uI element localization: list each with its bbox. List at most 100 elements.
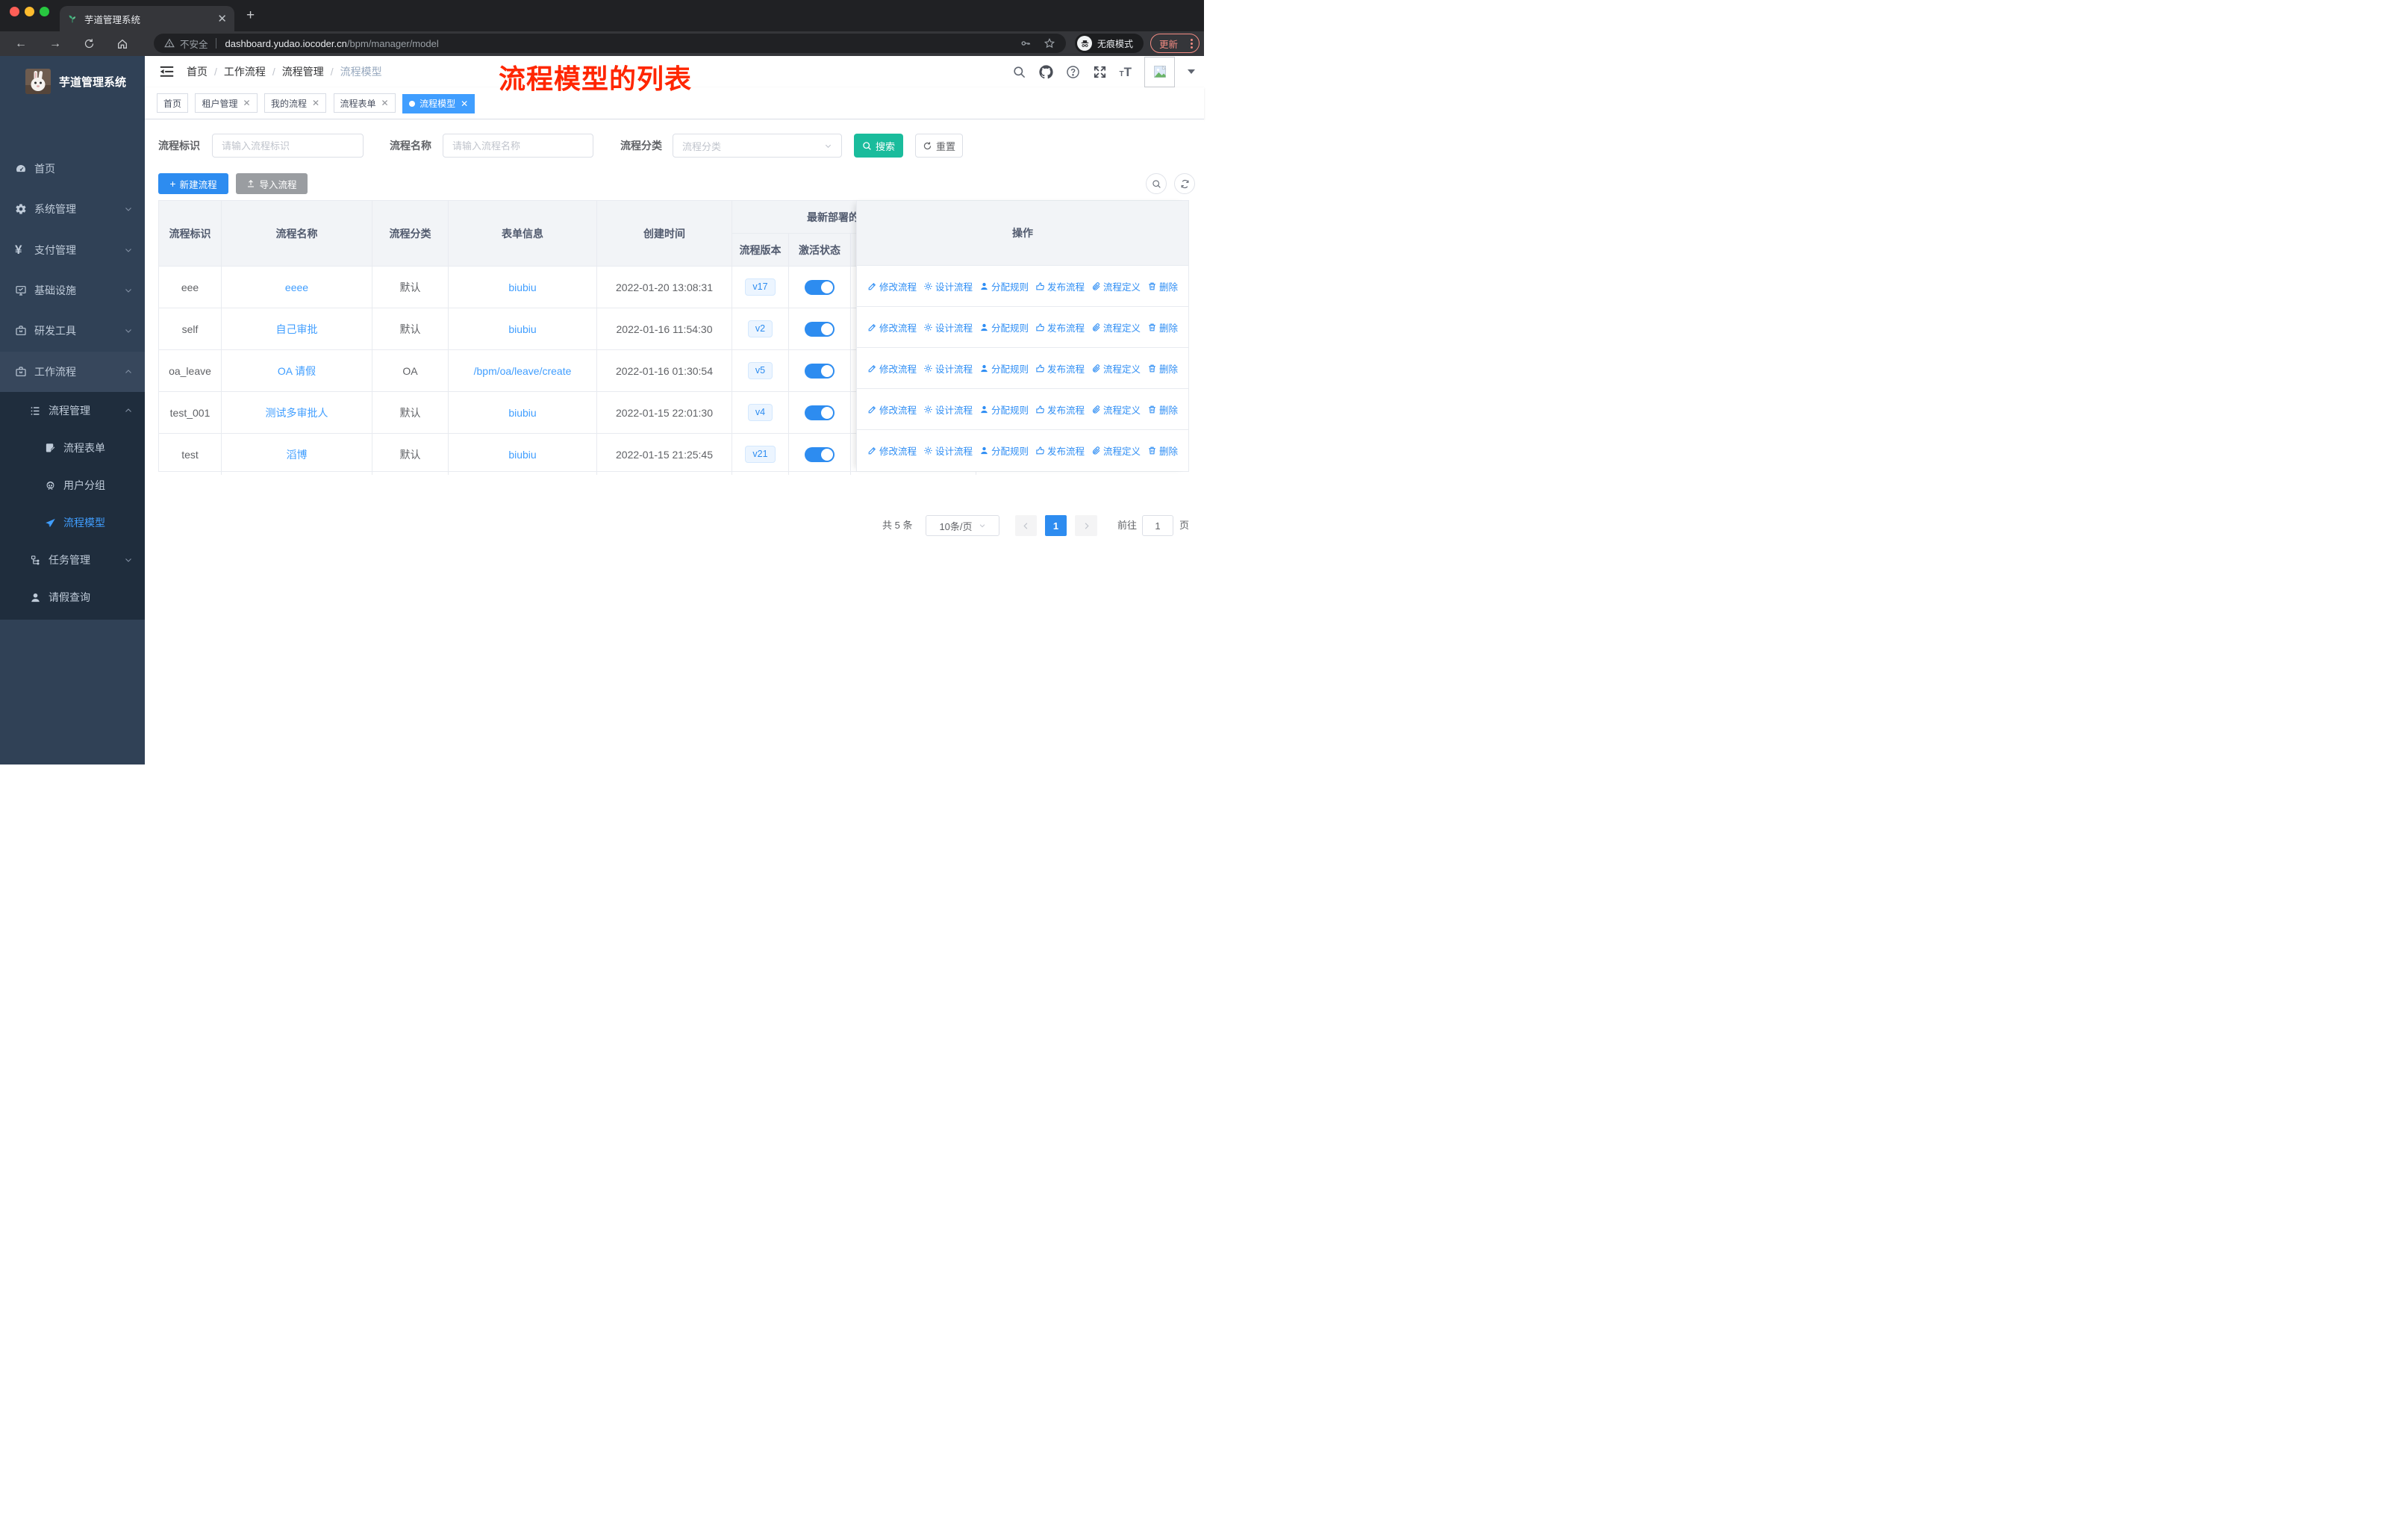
active-toggle[interactable] [805, 446, 835, 462]
tag-process-model[interactable]: 流程模型 ✕ [402, 93, 475, 113]
action-delete-link[interactable]: 删除 [1147, 402, 1178, 417]
action-edit-link[interactable]: 修改流程 [867, 402, 917, 417]
action-delete-link[interactable]: 删除 [1147, 320, 1178, 334]
breadcrumb-home[interactable]: 首页 [187, 64, 208, 79]
form-info-link[interactable]: biubiu [508, 407, 536, 419]
tag-process-form[interactable]: 流程表单 ✕ [333, 93, 396, 113]
action-deploy-link[interactable]: 发布流程 [1035, 402, 1085, 417]
form-info-link[interactable]: /bpm/oa/leave/create [474, 365, 572, 377]
action-deploy-link[interactable]: 发布流程 [1035, 279, 1085, 293]
sidebar-item-payment[interactable]: ¥ 支付管理 [0, 230, 145, 270]
window-minimize-button[interactable] [25, 7, 34, 16]
sidebar-item-dev-tools[interactable]: 研发工具 [0, 311, 145, 351]
create-process-button[interactable]: + 新建流程 [158, 173, 228, 194]
sidebar-item-workflow[interactable]: 工作流程 [0, 352, 145, 392]
action-edit-link[interactable]: 修改流程 [867, 361, 917, 376]
close-icon[interactable]: ✕ [243, 98, 250, 108]
action-deploy-link[interactable]: 发布流程 [1035, 320, 1085, 334]
sidebar-item-process-form[interactable]: 流程表单 [0, 429, 145, 467]
form-info-link[interactable]: biubiu [508, 323, 536, 335]
help-icon[interactable] [1066, 65, 1080, 79]
tag-tenant[interactable]: 租户管理 ✕ [195, 93, 258, 113]
bookmark-star-icon[interactable] [1044, 37, 1055, 49]
search-button[interactable]: 搜索 [854, 134, 903, 158]
action-definition-link[interactable]: 流程定义 [1091, 443, 1141, 458]
action-definition-link[interactable]: 流程定义 [1091, 320, 1141, 334]
action-definition-link[interactable]: 流程定义 [1091, 279, 1141, 293]
github-icon[interactable] [1038, 64, 1053, 79]
reset-button[interactable]: 重置 [915, 134, 963, 158]
action-design-link[interactable]: 设计流程 [923, 443, 973, 458]
process-key-input[interactable] [212, 134, 364, 158]
sidebar-item-process-management[interactable]: 流程管理 [0, 392, 145, 429]
tab-close-icon[interactable]: ✕ [217, 12, 227, 25]
key-icon[interactable] [1020, 37, 1032, 49]
browser-tab[interactable]: 芋道管理系统 ✕ [60, 6, 234, 31]
action-deploy-link[interactable]: 发布流程 [1035, 443, 1085, 458]
model-name-link[interactable]: 自己审批 [276, 322, 318, 337]
refresh-table-button[interactable] [1174, 173, 1195, 194]
breadcrumb-process-management[interactable]: 流程管理 [282, 64, 324, 79]
back-icon[interactable]: ← [15, 31, 27, 56]
current-page[interactable]: 1 [1045, 515, 1067, 536]
fullscreen-icon[interactable] [1093, 65, 1107, 79]
window-zoom-button[interactable] [40, 7, 49, 16]
import-process-button[interactable]: 导入流程 [236, 173, 308, 194]
browser-menu-icon[interactable] [1191, 38, 1193, 49]
action-delete-link[interactable]: 删除 [1147, 279, 1178, 293]
action-assign-link[interactable]: 分配规则 [979, 402, 1029, 417]
prev-page-button[interactable] [1015, 515, 1037, 536]
action-design-link[interactable]: 设计流程 [923, 320, 973, 334]
close-icon[interactable]: ✕ [312, 98, 319, 108]
action-deploy-link[interactable]: 发布流程 [1035, 361, 1085, 376]
sidebar-item-user-group[interactable]: 用户分组 [0, 467, 145, 504]
action-design-link[interactable]: 设计流程 [923, 279, 973, 293]
show-search-toggle-button[interactable] [1146, 173, 1167, 194]
action-delete-link[interactable]: 删除 [1147, 443, 1178, 458]
model-name-link[interactable]: eeee [285, 281, 308, 293]
browser-update-button[interactable]: 更新 [1150, 34, 1200, 53]
action-delete-link[interactable]: 删除 [1147, 361, 1178, 376]
page-size-select[interactable]: 10条/页 [926, 515, 999, 536]
window-close-button[interactable] [10, 7, 19, 16]
model-name-link[interactable]: 滔博 [287, 447, 308, 462]
sidebar-item-task-management[interactable]: 任务管理 [0, 541, 145, 579]
sidebar-item-system[interactable]: 系统管理 [0, 189, 145, 229]
active-toggle[interactable] [805, 405, 835, 420]
address-bar[interactable]: 不安全 dashboard.yudao.iocoder.cn /bpm/mana… [154, 34, 1066, 53]
process-name-input[interactable] [443, 134, 593, 158]
tag-home[interactable]: 首页 [157, 93, 189, 113]
action-edit-link[interactable]: 修改流程 [867, 320, 917, 334]
font-size-icon[interactable]: TT [1120, 66, 1132, 78]
action-design-link[interactable]: 设计流程 [923, 361, 973, 376]
action-assign-link[interactable]: 分配规则 [979, 279, 1029, 293]
form-info-link[interactable]: biubiu [508, 281, 536, 293]
category-select[interactable]: 流程分类 [673, 134, 842, 158]
form-info-link[interactable]: biubiu [508, 449, 536, 461]
sidebar-collapse-icon[interactable] [160, 65, 174, 78]
sidebar-item-process-model[interactable]: 流程模型 [0, 504, 145, 541]
security-warning-icon[interactable] [164, 38, 175, 49]
action-definition-link[interactable]: 流程定义 [1091, 361, 1141, 376]
search-icon[interactable] [1012, 65, 1026, 79]
forward-icon[interactable]: → [49, 31, 61, 56]
close-icon[interactable]: ✕ [381, 98, 389, 108]
model-name-link[interactable]: 测试多审批人 [266, 405, 328, 420]
sidebar-item-leave-query[interactable]: 请假查询 [0, 579, 145, 616]
action-design-link[interactable]: 设计流程 [923, 402, 973, 417]
avatar[interactable] [1144, 56, 1175, 87]
active-toggle[interactable] [805, 321, 835, 337]
close-icon[interactable]: ✕ [461, 99, 468, 109]
action-edit-link[interactable]: 修改流程 [867, 279, 917, 293]
goto-page-input[interactable] [1142, 515, 1173, 536]
sidebar-item-home[interactable]: 首页 [0, 149, 145, 189]
avatar-caret-icon[interactable] [1188, 69, 1195, 74]
action-assign-link[interactable]: 分配规则 [979, 361, 1029, 376]
active-toggle[interactable] [805, 363, 835, 379]
new-tab-button[interactable]: + [246, 7, 255, 24]
action-definition-link[interactable]: 流程定义 [1091, 402, 1141, 417]
home-icon[interactable] [116, 31, 128, 56]
action-assign-link[interactable]: 分配规则 [979, 443, 1029, 458]
next-page-button[interactable] [1075, 515, 1097, 536]
action-edit-link[interactable]: 修改流程 [867, 443, 917, 458]
